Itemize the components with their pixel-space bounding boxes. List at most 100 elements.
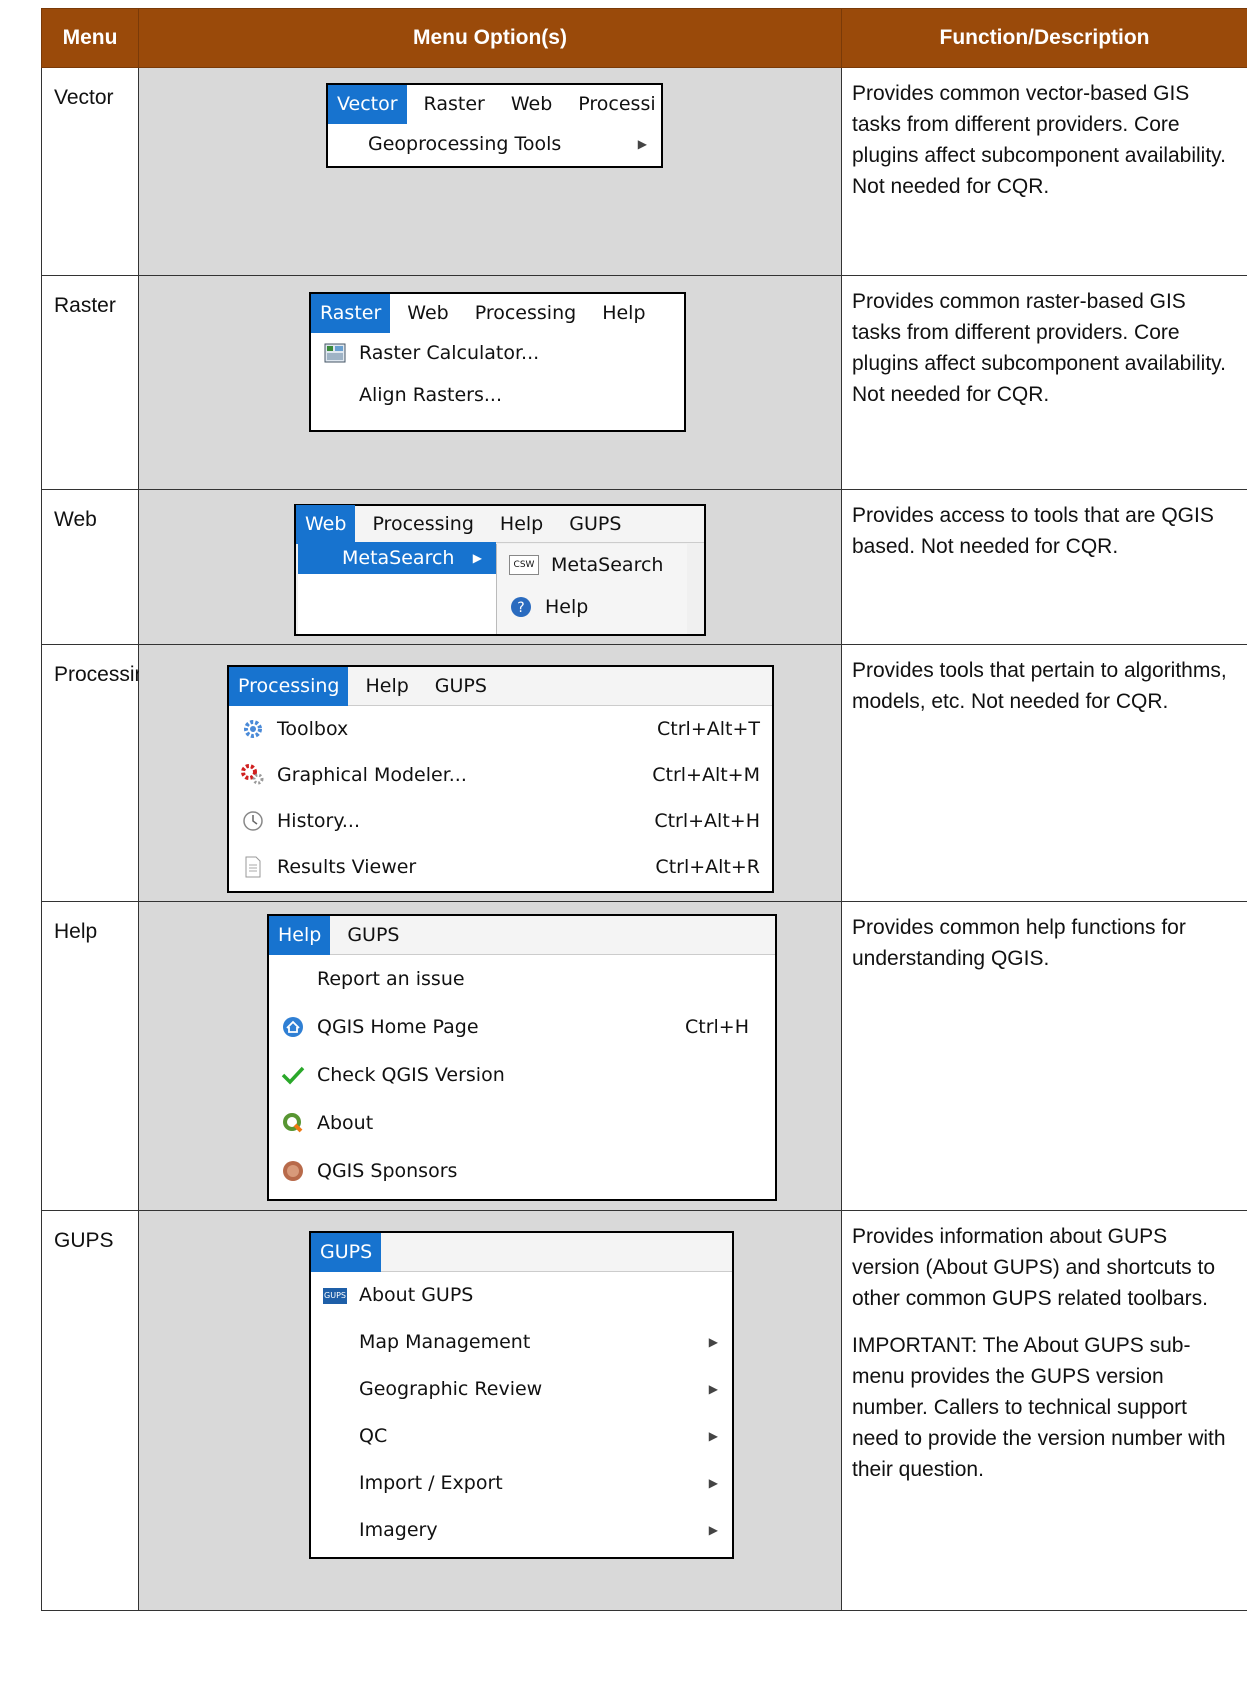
- menu-item-align-rasters[interactable]: Align Rasters...: [311, 374, 684, 416]
- menu-item-label: Toolbox: [277, 717, 349, 740]
- menubar-processing[interactable]: Processi: [569, 85, 664, 124]
- menubar-help[interactable]: Help: [491, 505, 552, 544]
- header-menu-options: Menu Option(s): [138, 8, 842, 68]
- menu-item-shortcut: Ctrl+Alt+T: [657, 717, 760, 740]
- menu-bar: Raster Web Processing Help: [311, 293, 684, 333]
- menubar-help[interactable]: Help: [269, 915, 331, 955]
- menu-item-import-export[interactable]: Import / Export ▶: [311, 1460, 732, 1507]
- header-row: Menu Menu Option(s) Function/Description: [41, 8, 1247, 68]
- menu-options-cell: Web Processing Help GUPS MetaSearch ▶ CS…: [138, 489, 842, 645]
- submenu-arrow-icon: ▶: [708, 1476, 718, 1490]
- menubar-gups[interactable]: GUPS: [426, 667, 496, 706]
- menu-item-label: Geoprocessing Tools: [368, 132, 562, 155]
- menu-item-label: Raster Calculator...: [359, 341, 540, 364]
- menu-item-geographic-review[interactable]: Geographic Review ▶: [311, 1366, 732, 1413]
- menu-item-check-qgis-version[interactable]: Check QGIS Version: [269, 1051, 775, 1099]
- menu-item-label: Graphical Modeler...: [277, 763, 467, 786]
- menu-item-toolbox[interactable]: Toolbox Ctrl+Alt+T: [229, 706, 772, 752]
- menubar-processing[interactable]: Processing: [229, 666, 349, 706]
- menu-item-imagery[interactable]: Imagery ▶: [311, 1507, 732, 1554]
- menu-item-label: Import / Export: [359, 1472, 503, 1494]
- description-text: Provides tools that pertain to algorithm…: [852, 659, 1227, 713]
- menu-item-about-gups[interactable]: GUPS About GUPS: [311, 1272, 732, 1319]
- menu-name: Raster: [41, 275, 139, 490]
- menubar-gups[interactable]: GUPS: [560, 505, 630, 544]
- description-text: Provides access to tools that are QGIS b…: [852, 504, 1214, 558]
- menu-item-about[interactable]: About: [269, 1099, 775, 1147]
- menu-item-label: Imagery: [359, 1519, 438, 1541]
- menu-item-label: Map Management: [359, 1331, 531, 1353]
- header-menu: Menu: [41, 8, 139, 68]
- submenu-arrow-icon: ▶: [708, 1335, 718, 1349]
- web-menu-screenshot: Web Processing Help GUPS MetaSearch ▶ CS…: [294, 504, 706, 636]
- menu-item-qgis-sponsors[interactable]: QGIS Sponsors: [269, 1147, 775, 1195]
- menu-item-label: MetaSearch: [551, 553, 664, 576]
- menu-item-history[interactable]: History... Ctrl+Alt+H: [229, 798, 772, 844]
- menu-item-qgis-home-page[interactable]: QGIS Home Page Ctrl+H: [269, 1003, 775, 1051]
- row-processing: Processing Processing Help GUPS Toolbox …: [41, 644, 1247, 902]
- submenu-item-help[interactable]: ? Help: [497, 586, 687, 628]
- menubar-gups[interactable]: GUPS: [338, 916, 408, 955]
- menu-item-label: MetaSearch: [342, 546, 455, 569]
- vector-menu-screenshot: Vector Raster Web Processi Geoprocessing…: [326, 83, 663, 168]
- description-cell: Provides tools that pertain to algorithm…: [841, 644, 1247, 902]
- menubar-raster[interactable]: Raster: [415, 85, 494, 124]
- menu-item-label: Results Viewer: [277, 855, 417, 878]
- menubar-web[interactable]: Web: [398, 294, 457, 333]
- description-cell: Provides common help functions for under…: [841, 901, 1247, 1211]
- gear-icon: [241, 717, 265, 741]
- menubar-vector[interactable]: Vector: [328, 84, 407, 124]
- menubar-help[interactable]: Help: [356, 667, 417, 706]
- description-text: Provides information about GUPS version …: [852, 1225, 1215, 1310]
- description-cell: Provides common vector-based GIS tasks f…: [841, 67, 1247, 276]
- menu-options-cell: Vector Raster Web Processi Geoprocessing…: [138, 67, 842, 276]
- menu-bar: Web Processing Help GUPS: [296, 504, 704, 544]
- menu-item-label: Help: [545, 595, 589, 618]
- document-icon: [241, 855, 265, 879]
- menu-item-raster-calculator[interactable]: Raster Calculator...: [311, 332, 684, 374]
- description-cell: Provides access to tools that are QGIS b…: [841, 489, 1247, 645]
- menu-bar: GUPS: [311, 1232, 732, 1272]
- menu-item-geoprocessing-tools[interactable]: Geoprocessing Tools ▶: [328, 123, 661, 165]
- menu-item-shortcut: Ctrl+Alt+M: [652, 763, 760, 786]
- description-text: Provides common vector-based GIS tasks f…: [852, 82, 1226, 198]
- menu-item-label: QC: [359, 1425, 388, 1447]
- clock-icon: [241, 809, 265, 833]
- home-icon: [281, 1015, 305, 1039]
- menubar-web[interactable]: Web: [502, 85, 561, 124]
- menu-item-shortcut: Ctrl+H: [684, 1015, 749, 1038]
- menu-item-report-issue[interactable]: Report an issue: [269, 955, 775, 1003]
- menu-item-graphical-modeler[interactable]: Graphical Modeler... Ctrl+Alt+M: [229, 752, 772, 798]
- row-gups: GUPS GUPS GUPS About GUPS Map Management…: [41, 1210, 1247, 1611]
- menu-name: Help: [41, 901, 139, 1211]
- menu-item-qc[interactable]: QC ▶: [311, 1413, 732, 1460]
- gups-menu-screenshot: GUPS GUPS About GUPS Map Management ▶ Ge…: [309, 1231, 734, 1559]
- menu-item-results-viewer[interactable]: Results Viewer Ctrl+Alt+R: [229, 844, 772, 890]
- sponsors-icon: [281, 1159, 305, 1183]
- row-web: Web Web Processing Help GUPS MetaSearch …: [41, 489, 1247, 645]
- menubar-processing[interactable]: Processing: [466, 294, 585, 333]
- menu-item-label: Check QGIS Version: [317, 1063, 505, 1086]
- empty-icon-slot: [281, 967, 305, 991]
- menubar-gups[interactable]: GUPS: [311, 1232, 382, 1272]
- modeler-gears-icon: [241, 763, 265, 787]
- metasearch-submenu: CSW MetaSearch ? Help: [496, 544, 687, 634]
- submenu-arrow-icon: ▶: [637, 136, 647, 151]
- menubar-raster[interactable]: Raster: [311, 293, 391, 333]
- menu-item-shortcut: Ctrl+Alt+H: [654, 809, 760, 832]
- menubar-web[interactable]: Web: [296, 504, 356, 544]
- menu-name: Vector: [41, 67, 139, 276]
- menu-name: Processing: [41, 644, 158, 902]
- submenu-item-metasearch[interactable]: CSW MetaSearch: [497, 544, 687, 586]
- menu-item-label: Report an issue: [317, 967, 465, 990]
- menu-item-label: About GUPS: [359, 1284, 474, 1306]
- menu-options-cell: GUPS GUPS About GUPS Map Management ▶ Ge…: [138, 1210, 842, 1611]
- empty-icon-slot: [323, 1331, 347, 1355]
- empty-icon-slot: [323, 1519, 347, 1543]
- row-vector: Vector Vector Raster Web Processi Geopro…: [41, 67, 1247, 276]
- menubar-processing[interactable]: Processing: [363, 505, 482, 544]
- menu-item-map-management[interactable]: Map Management ▶: [311, 1319, 732, 1366]
- menubar-help[interactable]: Help: [593, 294, 654, 333]
- menu-item-label: Align Rasters...: [359, 383, 502, 406]
- menu-item-metasearch[interactable]: MetaSearch ▶: [298, 542, 496, 574]
